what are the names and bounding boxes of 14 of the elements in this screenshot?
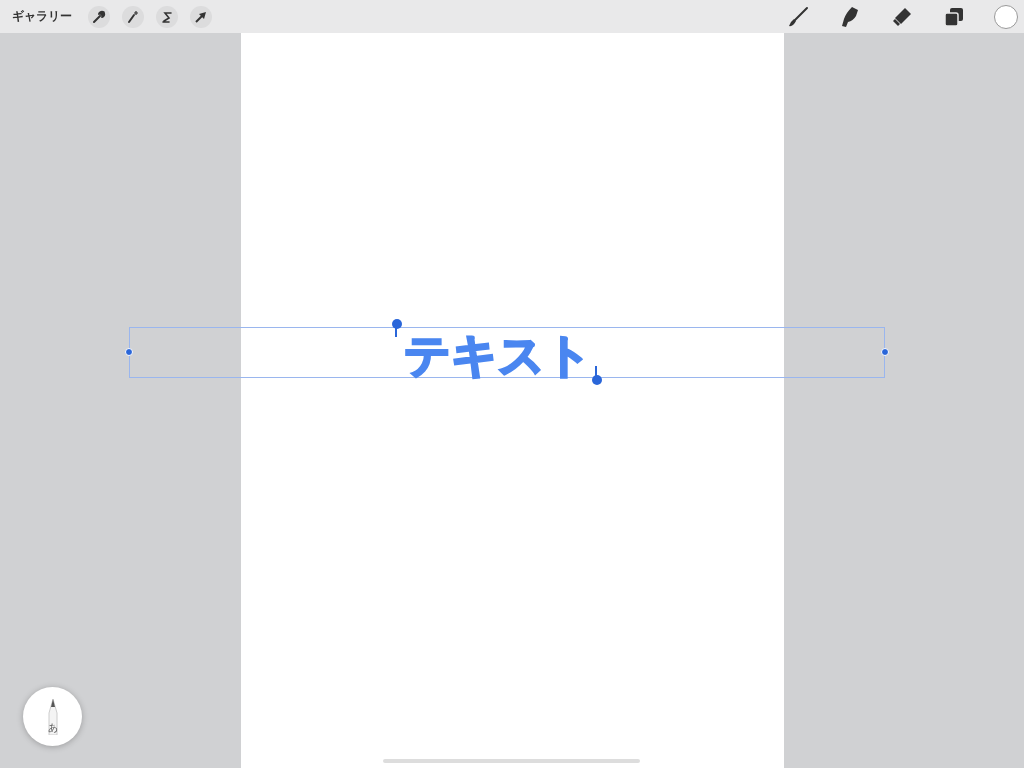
resize-handle[interactable] [881,348,889,356]
selection-handle[interactable] [592,366,602,384]
arrow-cursor-icon[interactable] [190,5,212,28]
resize-handle[interactable] [125,348,133,356]
selection-handle[interactable] [392,319,402,337]
color-swatch[interactable] [994,4,1018,29]
magic-wand-icon[interactable] [122,5,144,28]
brush-icon[interactable] [786,4,810,29]
s-curve-icon[interactable] [156,5,178,28]
pencil-icon [45,698,60,735]
pencil-label: あ [47,720,58,735]
wrench-icon[interactable] [88,5,110,28]
canvas-text: テキスト [404,328,592,381]
gallery-button[interactable]: ギャラリー [12,8,72,25]
